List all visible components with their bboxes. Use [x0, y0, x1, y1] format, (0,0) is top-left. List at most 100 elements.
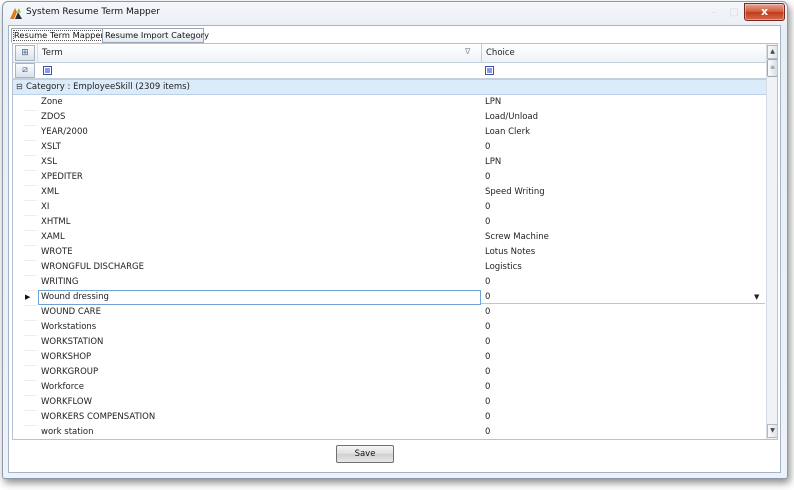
term-cell[interactable]: XI	[41, 200, 49, 215]
term-cell[interactable]: XSL	[41, 155, 57, 170]
term-cell[interactable]: WORKGROUP	[41, 365, 98, 380]
row-selector[interactable]	[24, 95, 37, 111]
table-row[interactable]: ▶ Wound dressing 0 ▼	[13, 290, 767, 306]
term-cell[interactable]: Workforce	[41, 380, 84, 395]
choice-cell[interactable]: 0	[485, 140, 490, 155]
table-row[interactable]: WROTE Lotus Notes	[13, 245, 767, 261]
term-cell[interactable]: ZDOS	[41, 110, 65, 125]
term-cell[interactable]: XML	[41, 185, 59, 200]
choice-cell[interactable]: 0	[485, 305, 490, 320]
table-row[interactable]: Zone LPN	[13, 95, 767, 111]
choice-cell[interactable]: 0	[485, 380, 490, 395]
term-cell[interactable]: XSLT	[41, 140, 61, 155]
table-row[interactable]: WORKERS COMPENSATION 0	[13, 410, 767, 426]
term-cell[interactable]: Wound dressing	[41, 290, 109, 305]
choice-cell[interactable]: 0	[485, 215, 490, 230]
row-selector[interactable]	[24, 425, 37, 439]
expand-collapse-icon[interactable]: ⊟	[16, 80, 23, 94]
row-selector[interactable]	[24, 395, 37, 411]
choice-cell[interactable]: 0	[485, 425, 490, 439]
tab-resume-import-category[interactable]: Resume Import Category	[102, 28, 209, 43]
group-row[interactable]: ⊟ Category : EmployeeSkill (2309 items)	[13, 79, 767, 95]
row-selector[interactable]	[24, 230, 37, 246]
term-filter-checkbox[interactable]	[43, 66, 52, 75]
term-cell[interactable]: Zone	[41, 95, 63, 110]
table-row[interactable]: WORKFLOW 0	[13, 395, 767, 411]
row-selector[interactable]	[24, 185, 37, 201]
table-row[interactable]: XAML Screw Machine	[13, 230, 767, 246]
tab-resume-term-mapper[interactable]: Resume Term Mapper	[11, 28, 105, 43]
column-chooser-icon[interactable]: ⊞	[15, 45, 35, 61]
term-cell[interactable]: WOUND CARE	[41, 305, 101, 320]
table-row[interactable]: XI 0	[13, 200, 767, 216]
choice-cell[interactable]: LPN	[485, 155, 501, 170]
table-row[interactable]: Workstations 0	[13, 320, 767, 336]
choice-cell[interactable]: Logistics	[485, 260, 522, 275]
title-bar[interactable]: System Resume Term Mapper – □ x	[3, 2, 787, 24]
term-cell[interactable]: WORKFLOW	[41, 395, 92, 410]
table-row[interactable]: XSL LPN	[13, 155, 767, 171]
term-cell[interactable]: WRITING	[41, 275, 78, 290]
choice-cell[interactable]: 0	[485, 410, 490, 425]
scroll-thumb[interactable]: ≡	[767, 59, 777, 77]
table-row[interactable]: WORKSHOP 0	[13, 350, 767, 366]
choice-cell[interactable]: 0	[485, 170, 490, 185]
row-selector[interactable]	[24, 275, 37, 291]
row-selector[interactable]	[24, 380, 37, 396]
row-selector[interactable]	[24, 320, 37, 336]
choice-dropdown[interactable]	[481, 290, 765, 304]
choice-cell[interactable]: 0	[485, 335, 490, 350]
table-row[interactable]: YEAR/2000 Loan Clerk	[13, 125, 767, 141]
table-row[interactable]: ZDOS Load/Unload	[13, 110, 767, 126]
term-cell[interactable]: XAML	[41, 230, 65, 245]
row-selector[interactable]	[24, 410, 37, 426]
table-row[interactable]: XSLT 0	[13, 140, 767, 156]
table-row[interactable]: Workforce 0	[13, 380, 767, 396]
choice-cell[interactable]: Speed Writing	[485, 185, 545, 200]
table-row[interactable]: WORKGROUP 0	[13, 365, 767, 381]
vertical-scrollbar[interactable]: ▲ ≡ ▼	[766, 44, 777, 439]
term-cell[interactable]: XPEDITER	[41, 170, 83, 185]
row-selector[interactable]	[24, 110, 37, 126]
choice-cell[interactable]: 0	[485, 200, 490, 215]
term-cell[interactable]: WORKSHOP	[41, 350, 91, 365]
term-cell[interactable]: WORKSTATION	[41, 335, 103, 350]
choice-cell[interactable]: LPN	[485, 95, 501, 110]
choice-cell[interactable]: 0	[485, 395, 490, 410]
choice-cell[interactable]: Loan Clerk	[485, 125, 530, 140]
close-button[interactable]: x	[744, 3, 785, 21]
choice-cell[interactable]: 0	[485, 365, 490, 380]
choice-cell[interactable]: Load/Unload	[485, 110, 538, 125]
table-row[interactable]: WORKSTATION 0	[13, 335, 767, 351]
table-row[interactable]: XPEDITER 0	[13, 170, 767, 186]
term-cell[interactable]: work station	[41, 425, 94, 439]
term-cell[interactable]: YEAR/2000	[41, 125, 88, 140]
choice-cell[interactable]: Screw Machine	[485, 230, 549, 245]
row-selector[interactable]	[24, 335, 37, 351]
term-cell[interactable]: WROTE	[41, 245, 73, 260]
row-selector[interactable]	[24, 200, 37, 216]
filter-funnel-icon[interactable]: ∇	[465, 47, 470, 56]
scroll-up-button[interactable]: ▲	[767, 45, 777, 59]
choice-cell[interactable]: 0	[485, 290, 490, 305]
row-selector[interactable]	[24, 260, 37, 276]
choice-cell[interactable]: 0	[485, 275, 490, 290]
column-header-term[interactable]: Term	[37, 44, 484, 62]
row-selector[interactable]	[24, 365, 37, 381]
choice-cell[interactable]: Lotus Notes	[485, 245, 535, 260]
save-button[interactable]: Save	[336, 445, 394, 463]
table-row[interactable]: work station 0	[13, 425, 767, 439]
row-selector[interactable]	[24, 215, 37, 231]
term-cell[interactable]: WRONGFUL DISCHARGE	[41, 260, 144, 275]
table-row[interactable]: XHTML 0	[13, 215, 767, 231]
choice-filter-checkbox[interactable]	[485, 66, 494, 75]
row-selector[interactable]	[24, 140, 37, 156]
row-selector[interactable]	[24, 170, 37, 186]
row-selector[interactable]	[24, 125, 37, 141]
row-selector[interactable]	[24, 245, 37, 261]
column-header-choice[interactable]: Choice	[481, 44, 772, 62]
term-cell[interactable]: WORKERS COMPENSATION	[41, 410, 155, 425]
scroll-down-button[interactable]: ▼	[767, 424, 777, 438]
choice-cell[interactable]: 0	[485, 350, 490, 365]
term-cell[interactable]: Workstations	[41, 320, 96, 335]
